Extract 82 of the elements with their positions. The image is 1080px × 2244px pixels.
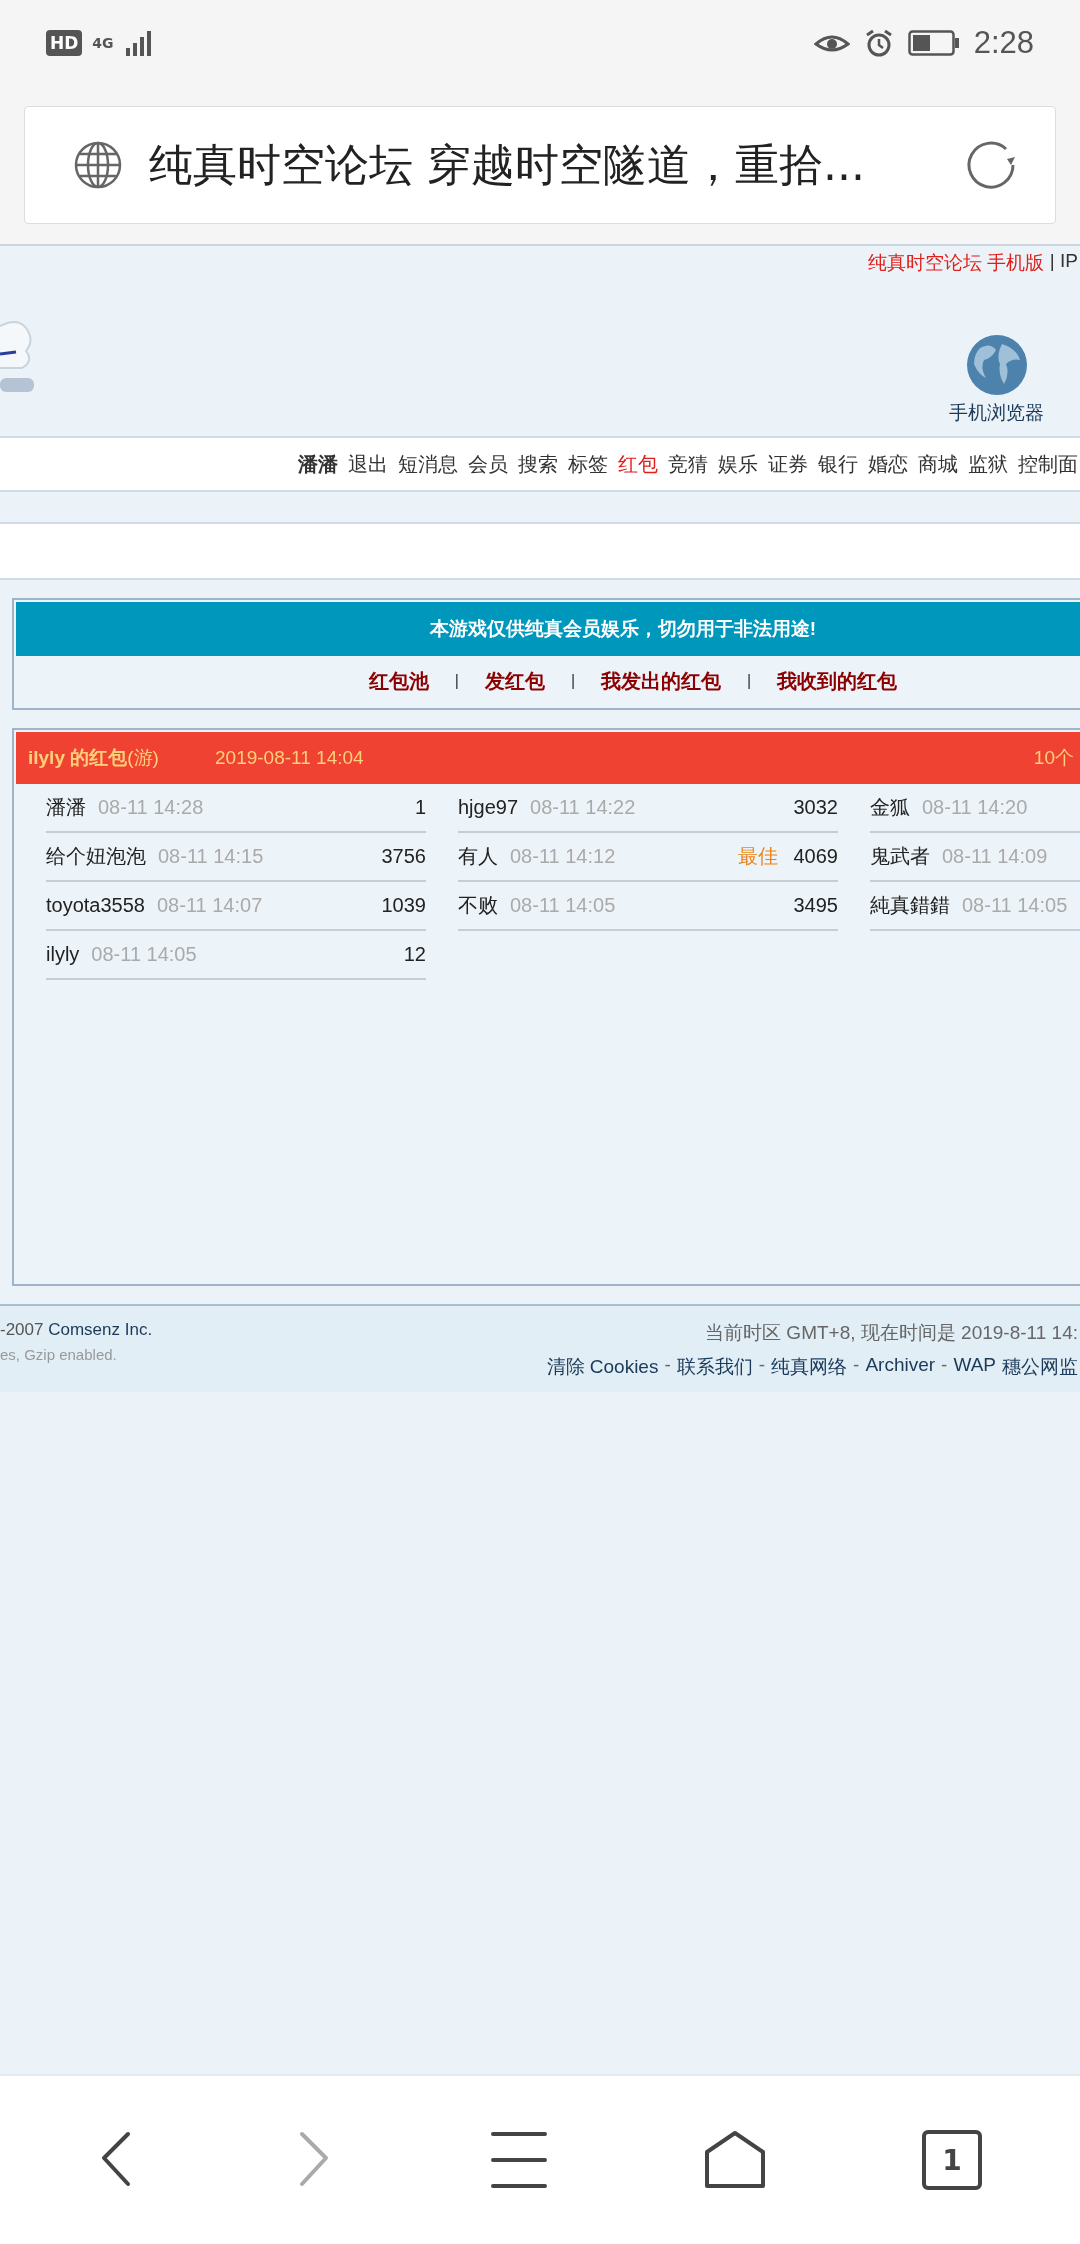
clock-time: 2:28: [973, 25, 1034, 61]
server-info: es, Gzip enabled.: [0, 1346, 118, 1363]
packet-owner: ilyly 的红包(游): [28, 746, 160, 770]
nav-link[interactable]: 证券: [768, 450, 808, 478]
nav-link[interactable]: 退出: [348, 450, 388, 478]
grab-time: 08-11 14:22: [530, 796, 636, 819]
grab-amount: 4069: [793, 845, 838, 868]
username-link[interactable]: 潘潘: [298, 450, 338, 478]
grab-time: 08-11 14:15: [158, 845, 264, 868]
user-name: ilyly: [46, 943, 80, 966]
user-name: hjge97: [458, 796, 519, 819]
user-name: 金狐: [870, 795, 910, 820]
separator: -: [664, 1354, 671, 1377]
footer-link[interactable]: WAP: [953, 1354, 996, 1380]
footer-link[interactable]: 联系我们: [676, 1354, 753, 1380]
separator: |: [454, 672, 459, 690]
signal-icon: [123, 28, 154, 58]
address-bar[interactable]: 纯真时空论坛 穿越时空隧道，重拾...: [24, 106, 1056, 224]
packet-date: 2019-08-11 14:04: [215, 747, 365, 769]
mobile-version-link[interactable]: 纯真时空论坛 手机版: [867, 250, 1044, 276]
timezone-text: 当前时区 GMT+8, 现在时间是 2019-8-11 14:: [705, 1321, 1078, 1345]
menu-icon[interactable]: [490, 2130, 548, 2190]
nav-link[interactable]: 控制面: [1018, 450, 1078, 478]
hd-icon: HD: [46, 30, 83, 56]
packet-count: 10个: [1033, 746, 1075, 770]
user-name: 不败: [458, 893, 498, 918]
grab-time: 08-11 14:05: [510, 894, 616, 917]
grab-amount: 1039: [381, 894, 426, 917]
grab-amount: 1: [414, 796, 426, 819]
grab-amount: 3756: [381, 845, 426, 868]
ip-label: | IP: [1049, 250, 1078, 273]
grab-amount: 12: [403, 943, 426, 966]
separator: |: [747, 672, 752, 690]
nav-link[interactable]: 红包: [618, 450, 658, 478]
footer-link[interactable]: 清除 Cookies: [546, 1354, 659, 1380]
notice-text: 本游戏仅供纯真会员娱乐，切勿用于非法用途!: [429, 617, 817, 641]
best-label: 最佳: [737, 844, 778, 869]
grab-time: 08-11 14:05: [91, 943, 197, 966]
nav-link[interactable]: 竞猜: [668, 450, 708, 478]
grab-amount: 3495: [793, 894, 838, 917]
nav-link[interactable]: 搜索: [518, 450, 558, 478]
grab-time: 08-11 14:09: [942, 845, 1048, 868]
home-icon[interactable]: [704, 2130, 766, 2190]
grab-time: 08-11 14:07: [157, 894, 263, 917]
globe-icon: [73, 140, 123, 190]
page-title: 纯真时空论坛 穿越时空隧道，重拾...: [149, 137, 866, 192]
grab-time: 08-11 14:20: [922, 796, 1028, 819]
grab-time: 08-11 14:12: [510, 845, 616, 868]
nav-link[interactable]: 商城: [918, 450, 958, 478]
user-name: 純真錯錯: [870, 893, 950, 918]
nav-link[interactable]: 会员: [468, 450, 508, 478]
separator: -: [853, 1354, 860, 1377]
user-name: 有人: [458, 844, 498, 869]
mobile-browser-label: 手机浏览器: [949, 401, 1044, 425]
separator: |: [570, 672, 576, 690]
copyright-text: -2007 Comsenz Inc.: [0, 1320, 153, 1340]
grab-amount: 3032: [793, 796, 838, 819]
nav-link[interactable]: 银行: [818, 450, 858, 478]
separator: -: [758, 1354, 766, 1377]
user-name: 鬼武者: [870, 844, 930, 869]
footer-link[interactable]: Archiver: [865, 1354, 936, 1380]
record-link[interactable]: 穗公网监: [1002, 1354, 1078, 1380]
grab-time: 08-11 14:05: [962, 894, 1068, 917]
packet-menu-link[interactable]: 红包池: [368, 667, 429, 695]
packet-menu-link[interactable]: 我收到的红包: [777, 667, 898, 695]
user-name: 潘潘: [46, 795, 86, 820]
nav-link[interactable]: 标签: [568, 450, 608, 478]
user-name: toyota3558: [46, 894, 145, 917]
network-type: 4G: [92, 35, 114, 51]
user-name: 给个妞泡泡: [46, 844, 146, 869]
grab-time: 08-11 14:28: [98, 796, 204, 819]
nav-link[interactable]: 监狱: [968, 450, 1008, 478]
packet-menu-link[interactable]: 发红包: [484, 667, 545, 695]
nav-link[interactable]: 短消息: [398, 450, 458, 478]
nav-link[interactable]: 婚恋: [868, 450, 908, 478]
tabs-button[interactable]: 1: [922, 2130, 982, 2190]
separator: -: [941, 1354, 948, 1377]
earth-icon: [965, 334, 1028, 396]
packet-menu-link[interactable]: 我发出的红包: [601, 667, 722, 695]
nav-link[interactable]: 娱乐: [718, 450, 758, 478]
footer-link[interactable]: 纯真网络: [771, 1354, 848, 1380]
battery-icon: [907, 30, 960, 56]
